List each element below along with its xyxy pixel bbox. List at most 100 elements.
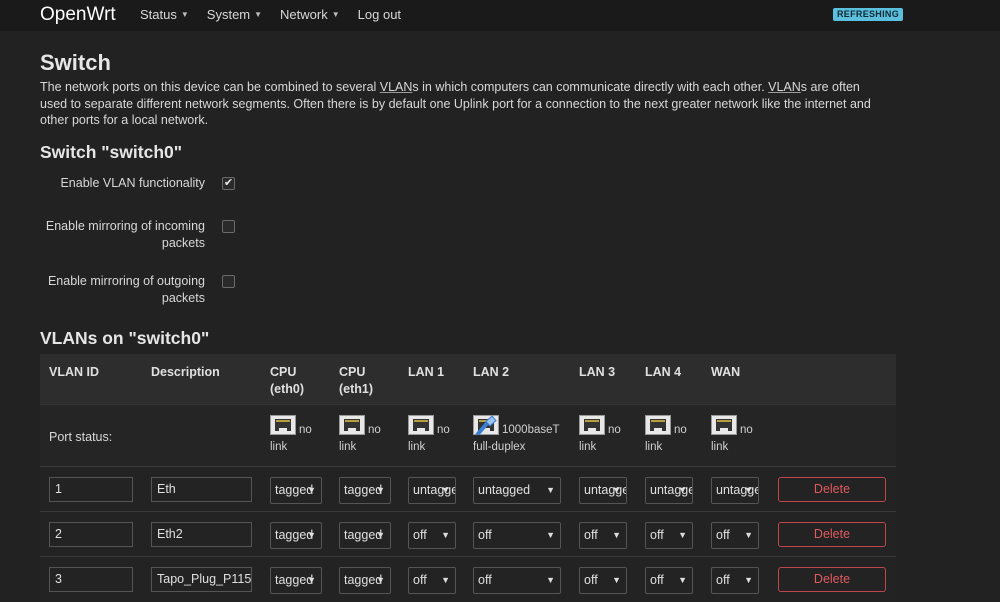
mirror-outgoing-checkbox[interactable]: [222, 275, 235, 288]
ethernet-port-icon: [579, 415, 605, 435]
mirror-incoming-checkbox[interactable]: [222, 220, 235, 233]
port-membership-select[interactable]: untagged▼: [645, 477, 693, 504]
chevron-down-icon: ▼: [744, 575, 753, 585]
vlan-functionality-checkbox[interactable]: ✔: [222, 177, 235, 190]
vlan-id-input[interactable]: 2: [49, 522, 133, 547]
port-status-cell: no link: [270, 415, 330, 456]
delete-button[interactable]: Delete: [778, 477, 886, 502]
port-membership-select[interactable]: off ▼: [711, 522, 759, 549]
header-lan2: LAN 2: [473, 365, 510, 379]
select-value: off: [584, 528, 598, 542]
mirror-outgoing-label: Enable mirroring of outgoing packets: [47, 274, 205, 305]
ethernet-port-icon: [339, 415, 365, 435]
chevron-down-icon: ▼: [376, 530, 385, 540]
mirror-incoming-label: Enable mirroring of incoming packets: [45, 219, 205, 250]
port-membership-select[interactable]: off ▼: [579, 567, 627, 594]
port-membership-select[interactable]: tagged ▼: [270, 477, 322, 504]
menu-system-label: System: [206, 7, 251, 22]
vlans-section-title: VLANs on "switch0": [40, 328, 210, 348]
table-row: 3 Tapo_Plug_P115 tagged ▼ tagged ▼ off ▼ off ▼ off…: [40, 556, 896, 602]
chevron-down-icon: ▼: [441, 575, 450, 585]
vlan-description-input[interactable]: Eth: [151, 477, 252, 502]
header-lan4: LAN 4: [645, 365, 682, 379]
chevron-down-icon: ▼: [441, 485, 450, 495]
menu-network[interactable]: Network ▼: [280, 7, 340, 22]
port-membership-select[interactable]: untagged ▼: [473, 477, 561, 504]
port-membership-select[interactable]: off ▼: [579, 522, 627, 549]
table-header-row: VLAN ID Description CPU (eth0) CPU (eth1…: [40, 354, 896, 404]
chevron-down-icon: ▼: [612, 530, 621, 540]
ethernet-port-connected-icon: [473, 415, 499, 435]
header-vlan-id: VLAN ID: [49, 365, 99, 379]
port-status-row: Port status: no link no link no link 1000ba…: [40, 404, 896, 467]
port-membership-select[interactable]: tagged ▼: [270, 522, 322, 549]
chevron-down-icon: ▼: [376, 485, 385, 495]
chevron-down-icon: ▼: [331, 10, 340, 19]
select-value: off: [716, 528, 730, 542]
chevron-down-icon: ▼: [376, 575, 385, 585]
menu-network-label: Network: [280, 7, 328, 22]
header-description: Description: [151, 365, 220, 379]
page-title: Switch: [40, 50, 111, 75]
ethernet-port-icon: [408, 415, 434, 435]
ethernet-port-icon: [645, 415, 671, 435]
chevron-down-icon: ▼: [678, 530, 687, 540]
port-membership-select[interactable]: off ▼: [473, 567, 561, 594]
port-membership-select[interactable]: off ▼: [408, 567, 456, 594]
checkmark-icon: ✔: [223, 177, 234, 189]
chevron-down-icon: ▼: [546, 485, 555, 495]
chevron-down-icon: ▼: [307, 530, 316, 540]
port-membership-select[interactable]: untagged▼: [711, 477, 759, 504]
vlan-id-input[interactable]: 1: [49, 477, 133, 502]
header-wan: WAN: [711, 365, 741, 379]
description-text: The network ports on this device can be …: [40, 80, 380, 94]
port-membership-select[interactable]: untagged▼: [579, 477, 627, 504]
vlan-abbr: VLAN: [379, 80, 413, 94]
port-membership-select[interactable]: tagged ▼: [270, 567, 322, 594]
main-menu: Status ▼ System ▼ Network ▼ Log out: [140, 7, 419, 22]
select-value: off: [478, 528, 492, 542]
vlan-description-input[interactable]: Eth2: [151, 522, 252, 547]
brand-logo[interactable]: OpenWrt: [40, 4, 116, 26]
chevron-down-icon: ▼: [307, 575, 316, 585]
switch-section-title: Switch "switch0": [40, 142, 183, 162]
delete-button[interactable]: Delete: [778, 567, 886, 592]
port-status-cell: no link: [645, 415, 695, 456]
menu-system[interactable]: System ▼: [207, 7, 262, 22]
menu-status-label: Status: [140, 7, 177, 22]
chevron-down-icon: ▼: [546, 530, 555, 540]
port-status-cell: no link: [408, 415, 458, 456]
menu-status[interactable]: Status ▼: [140, 7, 189, 22]
vlan-description-input[interactable]: Tapo_Plug_P115: [151, 567, 252, 592]
port-membership-select[interactable]: tagged ▼: [339, 522, 391, 549]
port-status-label: Port status:: [49, 430, 113, 444]
menu-logout[interactable]: Log out: [358, 7, 401, 22]
vlan-id-input[interactable]: 3: [49, 567, 133, 592]
port-membership-select[interactable]: off ▼: [473, 522, 561, 549]
page-description: The network ports on this device can be …: [40, 79, 890, 129]
port-membership-select[interactable]: untagged▼: [408, 477, 456, 504]
header-cpu-eth0: CPU (eth0): [270, 365, 305, 396]
vlan-abbr: VLAN: [768, 80, 801, 94]
port-membership-select[interactable]: off ▼: [711, 567, 759, 594]
port-membership-select[interactable]: off ▼: [408, 522, 456, 549]
port-membership-select[interactable]: off ▼: [645, 522, 693, 549]
chevron-down-icon: ▼: [744, 530, 753, 540]
select-value: off: [650, 573, 664, 587]
chevron-down-icon: ▼: [612, 485, 621, 495]
ethernet-port-icon: [711, 415, 737, 435]
port-status-cell: no link: [711, 415, 761, 456]
refreshing-badge[interactable]: REFRESHING: [833, 8, 904, 21]
port-membership-select[interactable]: tagged ▼: [339, 567, 391, 594]
select-value: untagged: [478, 483, 531, 497]
port-membership-select[interactable]: tagged ▼: [339, 477, 391, 504]
chevron-down-icon: ▼: [254, 10, 263, 19]
description-text: s in which computers can communicate dir…: [412, 80, 769, 94]
chevron-down-icon: ▼: [678, 485, 687, 495]
select-value: off: [478, 573, 492, 587]
header-lan1: LAN 1: [408, 365, 445, 379]
delete-button[interactable]: Delete: [778, 522, 886, 547]
header-lan3: LAN 3: [579, 365, 616, 379]
select-value: off: [413, 528, 427, 542]
port-membership-select[interactable]: off ▼: [645, 567, 693, 594]
